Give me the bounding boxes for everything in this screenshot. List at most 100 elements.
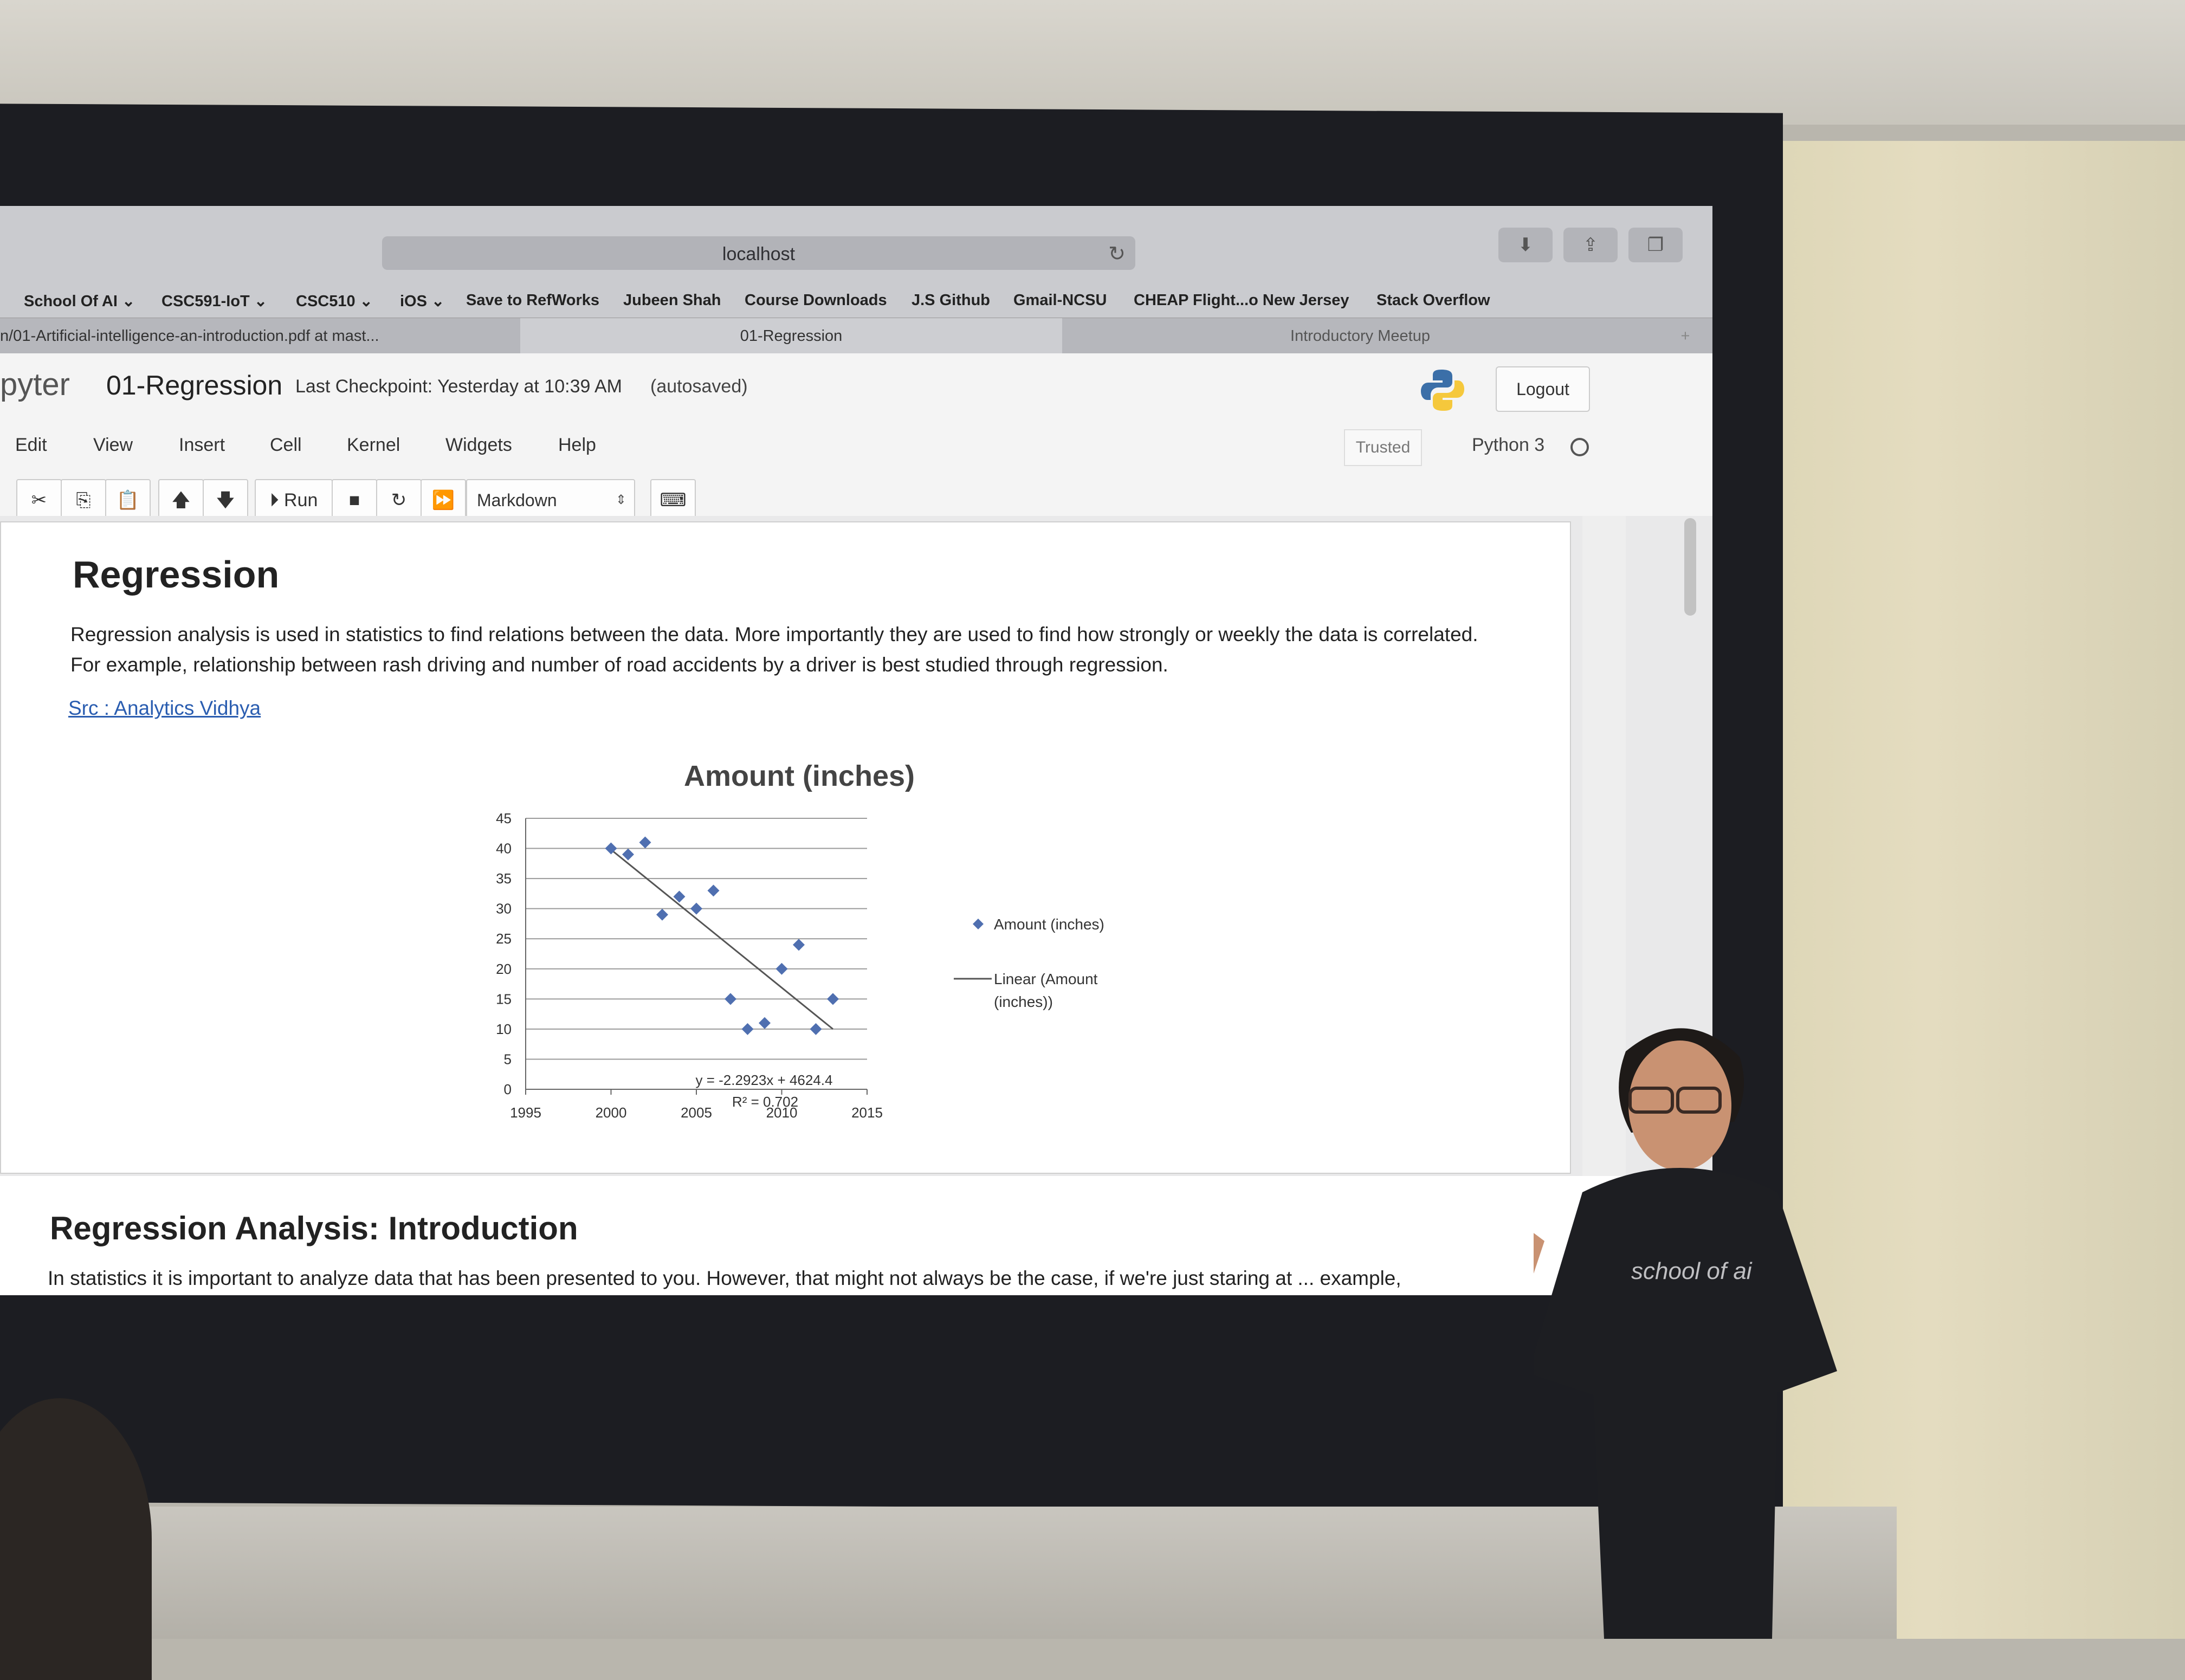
trendline (610, 849, 833, 1030)
bookmark-item[interactable]: iOS ⌄ (400, 292, 444, 311)
trendline-equation: y = -2.2923x + 4624.4 (696, 1072, 833, 1088)
autosave-status: (autosaved) (650, 376, 748, 397)
reload-icon[interactable]: ↻ (1108, 242, 1126, 266)
source-link[interactable]: Src : Analytics Vidhya (68, 697, 261, 720)
bookmark-item[interactable]: Jubeen Shah (623, 292, 721, 309)
notebook-name[interactable]: 01-Regression (106, 370, 282, 401)
chart-grid (526, 818, 867, 1060)
run-label: Run (284, 490, 318, 511)
chart-legend: Amount (inches) Linear (Amount (inches)) (954, 916, 1104, 1010)
y-tick-label: 20 (496, 961, 512, 977)
checkpoint-status: Last Checkpoint: Yesterday at 10:39 AM (295, 376, 622, 397)
bookmark-item[interactable]: CSC510 ⌄ (296, 292, 373, 311)
download-icon[interactable]: ⬇ (1498, 228, 1553, 262)
y-tick-label: 15 (496, 991, 512, 1007)
x-tick-label: 1995 (510, 1104, 541, 1121)
cell-type-value: Markdown (477, 490, 557, 510)
run-icon: ⏵ (269, 490, 279, 511)
url-bar[interactable]: localhost ↻ (382, 236, 1135, 270)
shirt-logo: school of ai (1631, 1258, 1753, 1284)
y-tick-label: 5 (504, 1051, 512, 1067)
data-point (622, 848, 634, 861)
data-point (827, 993, 839, 1005)
bookmark-item[interactable]: Course Downloads (745, 292, 887, 309)
data-point (690, 902, 702, 915)
menu-kernel[interactable]: Kernel (347, 435, 400, 456)
data-point (656, 908, 668, 921)
select-arrows-icon: ⇕ (615, 493, 626, 507)
browser-toolbar: localhost ↻ ⬇ ⇪ ❐ (0, 206, 1712, 293)
bookmark-item[interactable]: J.S Github (912, 292, 990, 309)
run-button[interactable]: ⏵ Run (255, 479, 333, 521)
menu-view[interactable]: View (93, 435, 133, 456)
paste-icon[interactable]: 📋 (105, 479, 151, 521)
restart-run-all-icon[interactable]: ⏩ (421, 479, 466, 521)
bookmark-item[interactable]: Gmail-NCSU (1013, 292, 1107, 309)
menu-widgets[interactable]: Widgets (445, 435, 512, 456)
x-tick-label: 2000 (596, 1104, 627, 1121)
keyboard-icon[interactable]: ⌨ (650, 479, 696, 521)
interrupt-icon[interactable]: ■ (332, 479, 377, 521)
data-point (741, 1023, 754, 1035)
chart-trendline-group (610, 849, 833, 1030)
bookmark-item[interactable]: Stack Overflow (1376, 292, 1490, 309)
regression-chart: Amount (inches) 0 5 10 15 20 25 30 35 40 45 1995 20… (496, 760, 1104, 1121)
data-point (793, 939, 805, 951)
projected-screen: localhost ↻ ⬇ ⇪ ❐ School Of AI ⌄ CSC591-… (0, 206, 1712, 1295)
y-tick-label: 30 (496, 901, 512, 917)
restart-icon[interactable]: ↻ (376, 479, 422, 521)
chart-axes (525, 818, 867, 1090)
kernel-name[interactable]: Python 3 (1472, 435, 1544, 456)
tabs-overview-icon[interactable]: ❐ (1628, 228, 1683, 262)
menu-cell[interactable]: Cell (270, 435, 302, 456)
logout-button[interactable]: Logout (1496, 366, 1590, 412)
data-point (759, 1017, 771, 1029)
y-tick-label: 0 (504, 1081, 512, 1097)
kernel-idle-icon (1570, 438, 1589, 456)
data-point (810, 1023, 822, 1035)
bookmark-item[interactable]: CSC591-IoT ⌄ (161, 292, 267, 311)
presenter: school of ai (1534, 1028, 1837, 1639)
bookmark-item[interactable]: CHEAP Flight...o New Jersey (1134, 292, 1349, 309)
cell-type-select[interactable]: Markdown ⇕ (466, 479, 635, 519)
legend-series-label: Amount (inches) (994, 916, 1104, 933)
tab-strip: n/01-Artificial-intelligence-an-introduc… (0, 318, 1712, 354)
url-text: localhost (722, 244, 796, 264)
cell2-heading: Regression Analysis: Introduction (50, 1210, 578, 1246)
cell2-paragraph: In statistics it is important to analyze… (48, 1267, 1401, 1289)
bookmark-item[interactable]: School Of AI ⌄ (24, 292, 135, 311)
tab-meetup[interactable]: Introductory Meetup (1062, 318, 1658, 354)
cell-paragraph-line-2: For example, relationship between rash d… (70, 654, 1168, 676)
cut-icon[interactable]: ✂ (16, 479, 62, 521)
tab-regression[interactable]: 01-Regression (520, 318, 1062, 354)
menu-edit[interactable]: Edit (15, 435, 47, 456)
menu-help[interactable]: Help (558, 435, 596, 456)
y-tick-label: 35 (496, 870, 512, 887)
x-tick-label: 2015 (851, 1104, 883, 1121)
python-logo-icon (1421, 370, 1464, 411)
y-tick-label: 40 (496, 841, 512, 857)
scrollbar-thumb[interactable] (1684, 518, 1696, 616)
y-tick-label: 45 (496, 810, 512, 826)
data-point (725, 993, 736, 1005)
chart-title: Amount (inches) (684, 760, 915, 792)
x-tick-label: 2005 (681, 1104, 712, 1121)
legend-series-marker (973, 919, 984, 929)
cell-heading: Regression (73, 553, 280, 596)
new-tab-button[interactable]: + (1669, 318, 1702, 354)
y-tick-label: 25 (496, 931, 512, 947)
trusted-badge[interactable]: Trusted (1344, 429, 1422, 466)
legend-trend-label: Linear (Amount (inches)) (994, 971, 1102, 1010)
menu-insert[interactable]: Insert (179, 435, 225, 456)
jupyter-header: pyter 01-Regression Last Checkpoint: Yes… (0, 353, 1712, 521)
move-up-icon[interactable]: 🡅 (158, 479, 204, 521)
share-icon[interactable]: ⇪ (1563, 228, 1618, 262)
move-down-icon[interactable]: 🡇 (203, 479, 248, 521)
jupyter-logo[interactable]: pyter (0, 366, 70, 403)
bookmark-item[interactable]: Save to RefWorks (466, 292, 599, 309)
cell-paragraph-line-1: Regression analysis is used in statistic… (70, 623, 1478, 645)
data-point (639, 836, 651, 849)
trendline-r-squared: R² = 0.702 (732, 1094, 798, 1110)
tab-pdf[interactable]: n/01-Artificial-intelligence-an-introduc… (0, 318, 520, 354)
copy-icon[interactable]: ⎘ (61, 479, 106, 521)
